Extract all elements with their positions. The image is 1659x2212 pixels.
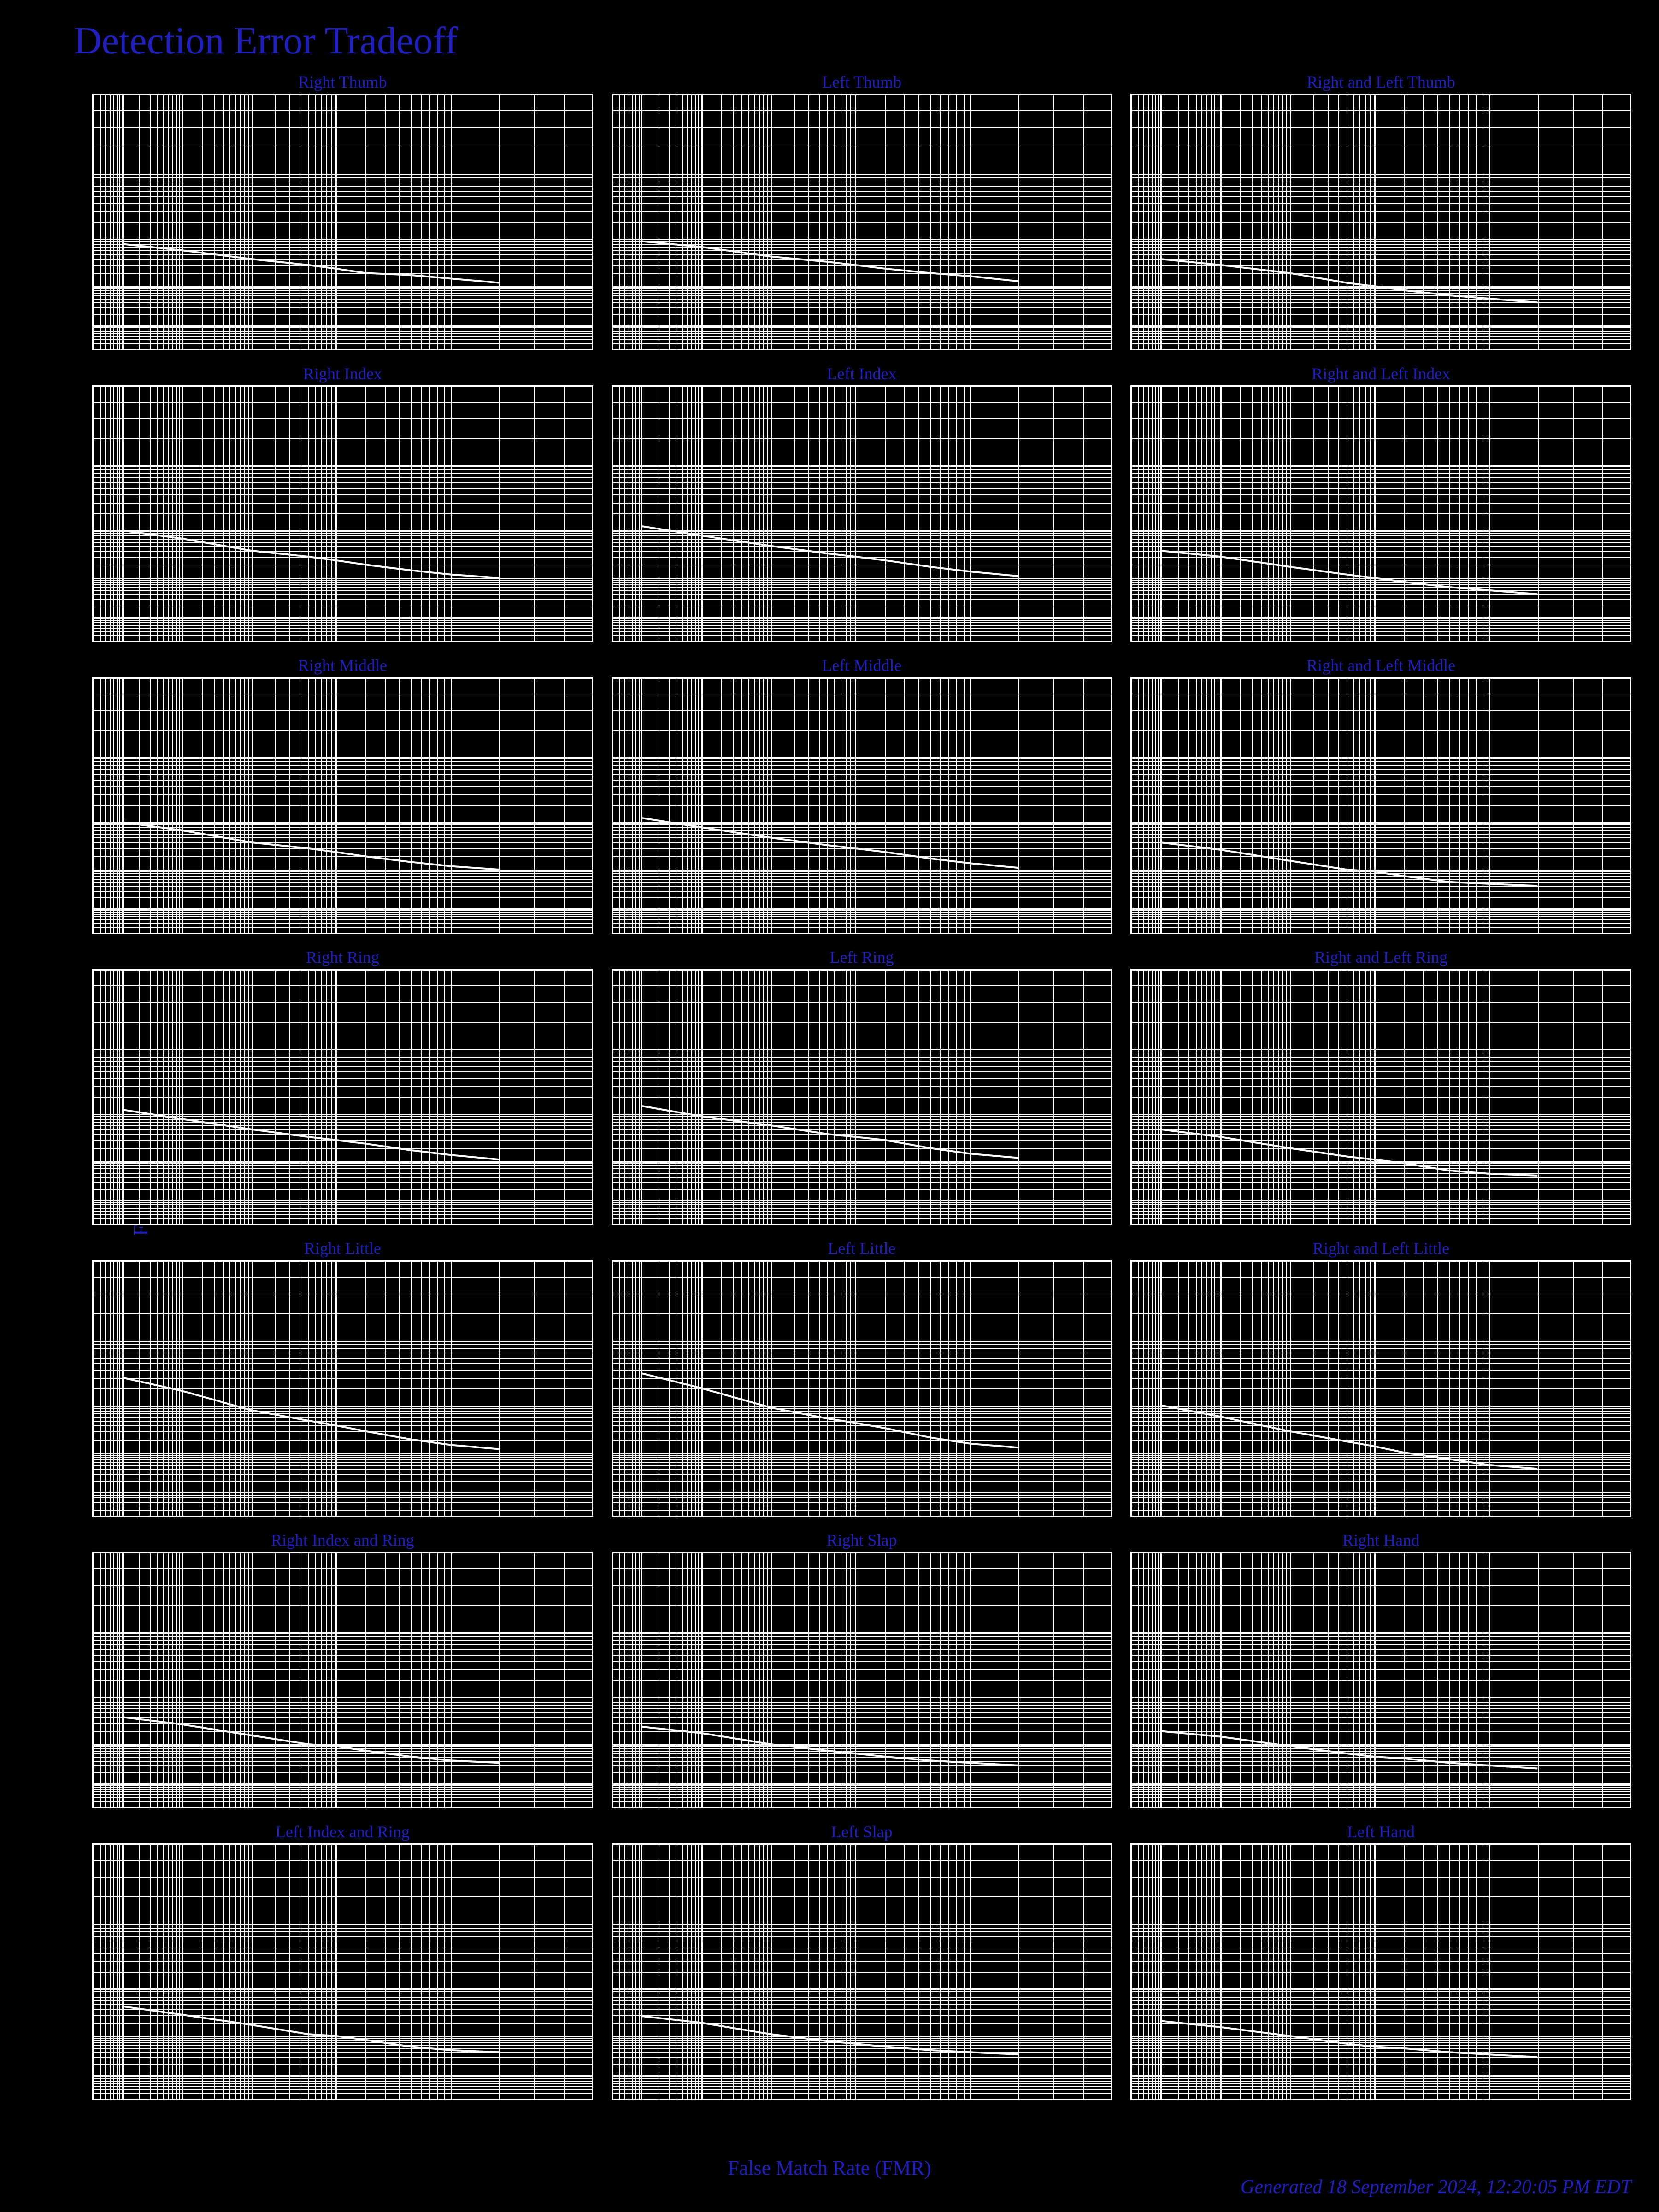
subplot: Right Little 0.20.10.050.020.010.0050.002…	[92, 1239, 593, 1517]
plot-area	[1130, 1260, 1631, 1517]
det-curve	[612, 94, 1112, 349]
plot-area: 0.20.10.050.020.010.0050.0020.0010.0001	[92, 969, 593, 1225]
x-axis-label: False Match Rate (FMR)	[728, 2156, 931, 2180]
subplot: Right Hand	[1130, 1530, 1631, 1808]
subplot-title: Left Slap	[612, 1822, 1112, 1841]
plot-area: 0.20.10.050.020.010.0050.0020.0010.0001	[92, 94, 593, 350]
det-curve	[612, 386, 1112, 641]
subplot-title: Left Thumb	[612, 72, 1112, 92]
subplot: Right Index and Ring0.20.10.050.020.010.…	[92, 1530, 593, 1808]
subplot-title: Right Hand	[1130, 1530, 1631, 1550]
det-curve	[1131, 678, 1630, 933]
subplot: Right and Left Middle	[1130, 656, 1631, 934]
plot-area	[612, 385, 1112, 642]
subplot-title: Right Middle	[92, 656, 593, 675]
plot-area	[1130, 94, 1631, 350]
subplot: Right and Left Ring	[1130, 947, 1631, 1225]
subplot: Left Middle	[612, 656, 1112, 934]
subplot: Left Index and Ring 0.20.10.050.020.010.0…	[92, 1822, 593, 2100]
det-curve	[93, 386, 592, 641]
subplot-title: Right Ring	[92, 947, 593, 967]
subplot: Right and Left Little	[1130, 1239, 1631, 1517]
plot-area	[612, 969, 1112, 1225]
plot-area: 0.20.10.050.020.010.0050.0020.0010.00010…	[92, 1843, 593, 2100]
subplot-title: Left Index and Ring	[92, 1822, 593, 1841]
subplot: Left Ring	[612, 947, 1112, 1225]
plot-area	[1130, 677, 1631, 934]
page-title: Detection Error Tradeoff	[74, 18, 1631, 63]
subplot-title: Right Little	[92, 1239, 593, 1258]
det-curve	[612, 1261, 1112, 1516]
plot-area	[612, 1260, 1112, 1517]
subplot-title: Right Slap	[612, 1530, 1112, 1550]
plot-area	[612, 1552, 1112, 1808]
subplot-title: Left Middle	[612, 656, 1112, 675]
plot-area: 0.000010.00010.0010.0050.010.020.050.10.…	[612, 1843, 1112, 2100]
det-curve	[1131, 386, 1630, 641]
subplot: Right and Left Thumb	[1130, 72, 1631, 350]
subplot: Left Index	[612, 364, 1112, 642]
subplot: Right Ring0.20.10.050.020.010.0050.0020.…	[92, 947, 593, 1225]
subplot-title: Right and Left Ring	[1130, 947, 1631, 967]
subplot-title: Right Thumb	[92, 72, 593, 92]
subplot-title: Right and Left Thumb	[1130, 72, 1631, 92]
det-curve	[1131, 970, 1630, 1224]
subplot: Right Thumb0.20.10.050.020.010.0050.0020…	[92, 72, 593, 350]
det-curve	[612, 1844, 1112, 2099]
det-curve	[93, 1261, 592, 1516]
subplot: Right Slap	[612, 1530, 1112, 1808]
subplot-title: Right and Left Middle	[1130, 656, 1631, 675]
plot-area	[612, 677, 1112, 934]
subplot: Left Thumb	[612, 72, 1112, 350]
det-curve	[93, 1553, 592, 1807]
subplot: Left Hand 0.000010.00010.0010.0050.010.02…	[1130, 1822, 1631, 2100]
plot-area	[1130, 969, 1631, 1225]
subplot-title: Left Index	[612, 364, 1112, 383]
subplot: Right and Left Index	[1130, 364, 1631, 642]
plot-area: 0.20.10.050.020.010.0050.0020.0010.0001	[92, 1552, 593, 1808]
det-curve	[93, 970, 592, 1224]
det-curve	[1131, 94, 1630, 349]
det-curve	[1131, 1553, 1630, 1807]
det-curve	[1131, 1261, 1630, 1516]
plot-area	[612, 94, 1112, 350]
subplot: Left Little	[612, 1239, 1112, 1517]
plot-area: 0.20.10.050.020.010.0050.0020.0010.0001	[92, 1260, 593, 1517]
det-curve	[612, 678, 1112, 933]
det-curve	[93, 1844, 592, 2099]
subplot-title: Right Index	[92, 364, 593, 383]
plot-area: 0.20.10.050.020.010.0050.0020.0010.0001	[92, 385, 593, 642]
subplot-title: Right and Left Little	[1130, 1239, 1631, 1258]
subplot-grid: Right Thumb0.20.10.050.020.010.0050.0020…	[92, 72, 1631, 2100]
subplot-title: Left Ring	[612, 947, 1112, 967]
plot-area: 0.000010.00010.0010.0050.010.020.050.10.…	[1130, 1843, 1631, 2100]
subplot-title: Left Hand	[1130, 1822, 1631, 1841]
plot-area	[1130, 385, 1631, 642]
det-curve	[612, 1553, 1112, 1807]
subplot: Left Slap 0.000010.00010.0010.0050.010.02…	[612, 1822, 1112, 2100]
footer-timestamp: Generated 18 September 2024, 12:20:05 PM…	[1241, 2176, 1631, 2198]
plot-area: 0.20.10.050.020.010.0050.0020.0010.0001	[92, 677, 593, 934]
det-curve	[93, 678, 592, 933]
det-curve	[612, 970, 1112, 1224]
subplot-title: Right Index and Ring	[92, 1530, 593, 1550]
subplot: Right Middle 0.20.10.050.020.010.0050.002…	[92, 656, 593, 934]
subplot-title: Right and Left Index	[1130, 364, 1631, 383]
det-curve	[1131, 1844, 1630, 2099]
subplot: Right Index 0.20.10.050.020.010.0050.0020…	[92, 364, 593, 642]
subplot-title: Left Little	[612, 1239, 1112, 1258]
plot-area	[1130, 1552, 1631, 1808]
det-curve	[93, 94, 592, 349]
